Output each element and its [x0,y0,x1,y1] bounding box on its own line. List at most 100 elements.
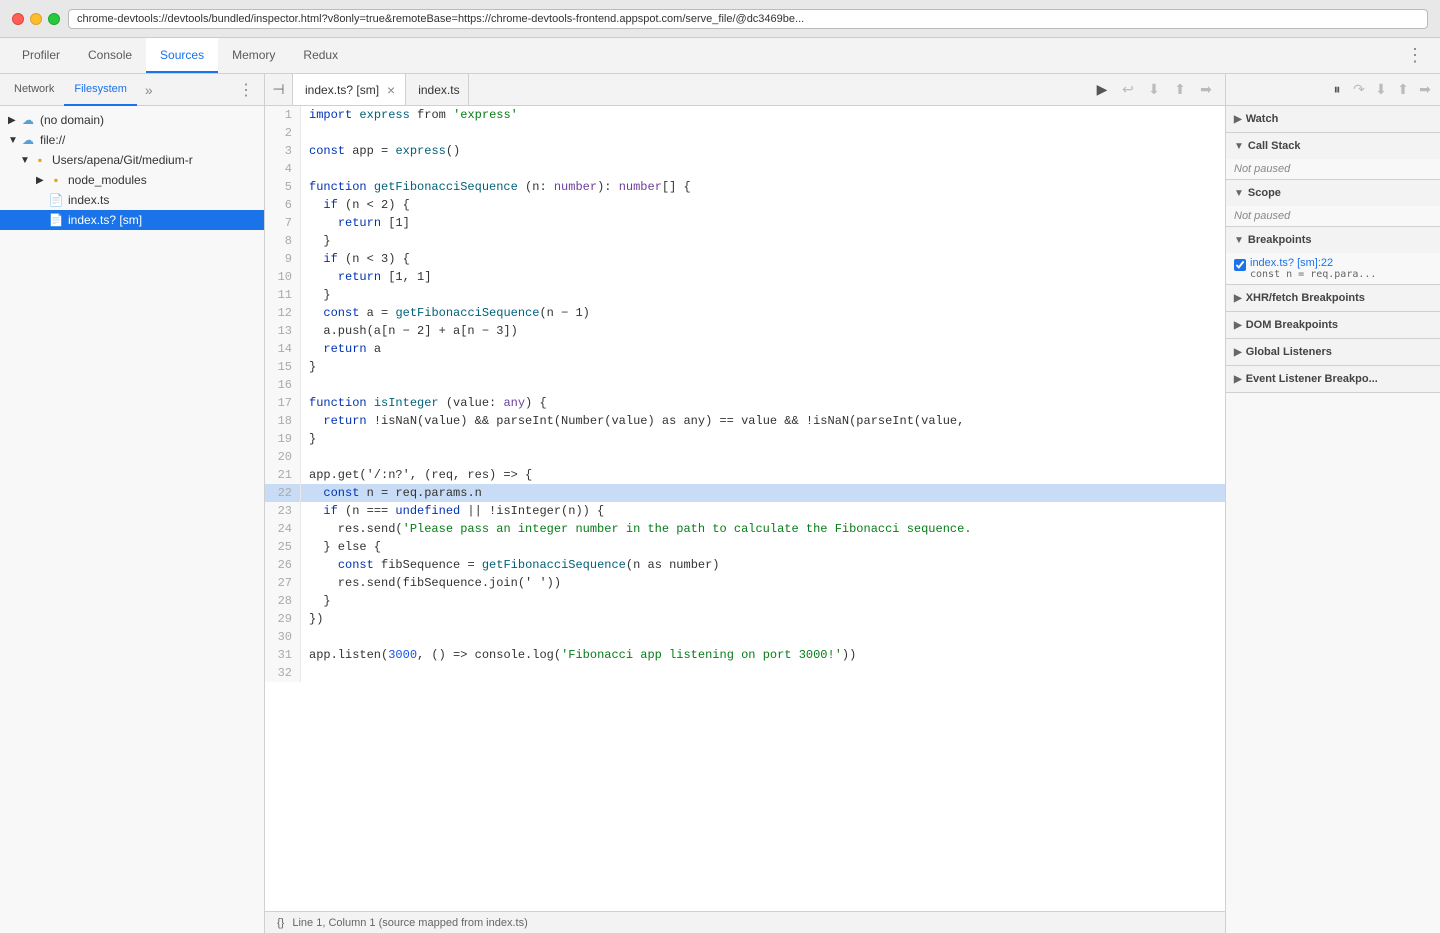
tree-arrow-users: ▼ [20,155,32,166]
scope-arrow-icon: ▼ [1234,188,1244,199]
line-num-20: 20 [265,448,301,466]
tab-profiler[interactable]: Profiler [8,38,74,73]
tab-memory[interactable]: Memory [218,38,289,73]
tree-label-index-ts: index.ts [68,193,109,207]
tree-item-users[interactable]: ▼ ▪ Users/apena/Git/medium-r [0,150,264,170]
line-content-19: } [301,430,1225,448]
watch-header[interactable]: ▶ Watch [1226,106,1440,132]
tree-item-no-domain[interactable]: ▶ ☁ (no domain) [0,110,264,130]
line-num-14: 14 [265,340,301,358]
code-line-18: 18 return !isNaN(value) && parseInt(Numb… [265,412,1225,430]
close-tab-sm-icon[interactable]: × [385,82,397,98]
code-editor[interactable]: 1 import express from 'express' 2 3 cons… [265,106,1225,911]
line-content-30 [301,628,1225,646]
more-tabs-icon[interactable]: » [139,82,159,98]
xhr-breakpoints-arrow-icon: ▶ [1234,293,1242,304]
code-line-14: 14 return a [265,340,1225,358]
editor-tab-label-sm: index.ts? [sm] [305,83,379,97]
xhr-breakpoints-header[interactable]: ▶ XHR/fetch Breakpoints [1226,285,1440,311]
line-content-23: if (n === undefined || !isInteger(n)) { [301,502,1225,520]
breakpoint-code-1: const n = req.para... [1250,269,1376,280]
devtools-more-icon[interactable]: ⋮ [1406,45,1424,66]
line-content-4 [301,160,1225,178]
fullscreen-button[interactable] [48,13,60,25]
editor-tab-label-ts: index.ts [418,83,459,97]
left-panel-menu-icon[interactable]: ⋮ [232,80,260,100]
step-back-button: ↩ [1117,79,1139,101]
call-stack-header[interactable]: ▼ Call Stack [1226,133,1440,159]
debugger-controls: ⏸ ↷ ⬇ ⬆ ➡ [1226,74,1440,106]
line-content-5: function getFibonacciSequence (n: number… [301,178,1225,196]
event-listener-breakpoints-arrow-icon: ▶ [1234,374,1242,385]
line-content-24: res.send('Please pass an integer number … [301,520,1225,538]
scope-label: Scope [1248,187,1281,199]
code-line-21: 21 app.get('/:n?', (req, res) => { [265,466,1225,484]
code-line-27: 27 res.send(fibSequence.join(' ')) [265,574,1225,592]
sidebar-toggle-icon[interactable]: ⊣ [265,74,293,105]
breakpoint-file-1: index.ts? [sm]:22 [1250,257,1376,269]
line-num-3: 3 [265,142,301,160]
code-line-12: 12 const a = getFibonacciSequence(n − 1) [265,304,1225,322]
code-line-25: 25 } else { [265,538,1225,556]
line-content-8: } [301,232,1225,250]
close-button[interactable] [12,13,24,25]
status-icon: {} [277,917,284,929]
line-content-14: return a [301,340,1225,358]
global-listeners-label: Global Listeners [1246,346,1332,358]
tree-item-index-ts[interactable]: 📄 index.ts [0,190,264,210]
url-bar[interactable]: chrome-devtools://devtools/bundled/inspe… [68,9,1428,29]
left-panel: Network Filesystem » ⋮ ▶ ☁ (no domain) ▼… [0,74,265,933]
dom-breakpoints-header[interactable]: ▶ DOM Breakpoints [1226,312,1440,338]
run-button[interactable]: ▶ [1091,79,1113,101]
tab-console[interactable]: Console [74,38,146,73]
devtools-nav-end: ⋮ [1398,38,1432,73]
code-line-8: 8 } [265,232,1225,250]
minimize-button[interactable] [30,13,42,25]
call-stack-label: Call Stack [1248,140,1301,152]
watch-label: Watch [1246,113,1279,125]
global-listeners-header[interactable]: ▶ Global Listeners [1226,339,1440,365]
global-listeners-section: ▶ Global Listeners [1226,339,1440,366]
line-num-12: 12 [265,304,301,322]
editor-tab-index-ts-sm[interactable]: index.ts? [sm] × [293,74,406,105]
tree-item-file[interactable]: ▼ ☁ file:// [0,130,264,150]
tree-arrow-node-modules: ▶ [36,175,48,186]
line-num-1: 1 [265,106,301,124]
line-num-29: 29 [265,610,301,628]
code-line-11: 11 } [265,286,1225,304]
tab-filesystem[interactable]: Filesystem [64,74,137,106]
scope-header[interactable]: ▼ Scope [1226,180,1440,206]
line-content-13: a.push(a[n − 2] + a[n − 3]) [301,322,1225,340]
tab-redux[interactable]: Redux [289,38,352,73]
line-num-7: 7 [265,214,301,232]
tree-item-index-ts-sm[interactable]: 📄 index.ts? [sm] [0,210,264,230]
tree-label-index-ts-sm: index.ts? [sm] [68,213,142,227]
line-num-13: 13 [265,322,301,340]
pause-resume-button[interactable]: ⏸ [1326,79,1348,101]
tab-network[interactable]: Network [4,74,64,106]
line-num-23: 23 [265,502,301,520]
breakpoint-checkbox-1[interactable] [1234,259,1246,271]
tree-arrow-index-ts [36,195,48,206]
titlebar: chrome-devtools://devtools/bundled/inspe… [0,0,1440,38]
event-listener-breakpoints-header[interactable]: ▶ Event Listener Breakpo... [1226,366,1440,392]
tree-label-users: Users/apena/Git/medium-r [52,153,193,167]
tab-sources[interactable]: Sources [146,38,218,73]
code-line-28: 28 } [265,592,1225,610]
tree-item-node-modules[interactable]: ▶ ▪ node_modules [0,170,264,190]
line-content-3: const app = express() [301,142,1225,160]
breakpoints-header[interactable]: ▼ Breakpoints [1226,227,1440,253]
watch-section: ▶ Watch [1226,106,1440,133]
line-num-5: 5 [265,178,301,196]
line-content-28: } [301,592,1225,610]
line-num-30: 30 [265,628,301,646]
line-content-6: if (n < 2) { [301,196,1225,214]
line-content-31: app.listen(3000, () => console.log('Fibo… [301,646,1225,664]
line-num-26: 26 [265,556,301,574]
editor-tab-index-ts[interactable]: index.ts [406,74,468,105]
call-stack-section: ▼ Call Stack Not paused [1226,133,1440,180]
code-line-9: 9 if (n < 3) { [265,250,1225,268]
file-tree: ▶ ☁ (no domain) ▼ ☁ file:// ▼ ▪ Users/ap… [0,106,264,933]
xhr-breakpoints-label: XHR/fetch Breakpoints [1246,292,1365,304]
tree-label-no-domain: (no domain) [40,113,104,127]
